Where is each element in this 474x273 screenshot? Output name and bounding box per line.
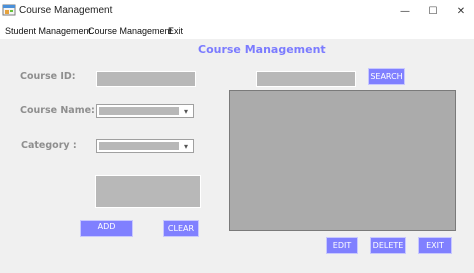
courses-grid[interactable] xyxy=(229,90,456,231)
course-name-select[interactable]: ▾ xyxy=(96,104,194,118)
maximize-button[interactable]: ☐ xyxy=(418,0,448,22)
course-id-label: Course ID: xyxy=(20,71,76,82)
category-value xyxy=(99,142,179,150)
window-title: Course Management xyxy=(19,5,113,16)
edit-button[interactable]: EDIT xyxy=(326,237,358,254)
delete-button[interactable]: DELETE xyxy=(370,237,406,254)
minimize-button[interactable]: — xyxy=(390,0,420,22)
menu-student-management[interactable]: Student Management xyxy=(5,25,91,37)
app-window-icon xyxy=(2,3,16,17)
search-input[interactable] xyxy=(256,71,356,87)
menu-bar: Student Management Course Management Exi… xyxy=(0,23,474,39)
chevron-down-icon[interactable]: ▾ xyxy=(181,140,191,152)
menu-exit[interactable]: Exit xyxy=(168,25,183,37)
course-name-value xyxy=(99,107,179,115)
course-form: Course Management Course ID: Course Name… xyxy=(0,39,474,273)
category-select[interactable]: ▾ xyxy=(96,139,194,153)
category-label: Category : xyxy=(21,140,77,151)
search-button[interactable]: SEARCH xyxy=(368,68,405,85)
chevron-down-icon[interactable]: ▾ xyxy=(181,105,191,117)
clear-button[interactable]: CLEAR xyxy=(163,220,199,237)
course-name-label: Course Name: xyxy=(20,105,95,116)
close-button[interactable]: ✕ xyxy=(446,0,474,22)
description-input[interactable] xyxy=(95,175,201,208)
title-bar[interactable]: Course Management — ☐ ✕ xyxy=(0,0,474,22)
add-button[interactable]: ADD xyxy=(80,220,133,237)
main-window: Course Management — ☐ ✕ Student Manageme… xyxy=(0,0,474,273)
exit-button[interactable]: EXIT xyxy=(418,237,452,254)
course-id-input[interactable] xyxy=(96,71,196,87)
menu-course-management[interactable]: Course Management xyxy=(88,25,172,37)
form-title: Course Management xyxy=(198,43,326,56)
